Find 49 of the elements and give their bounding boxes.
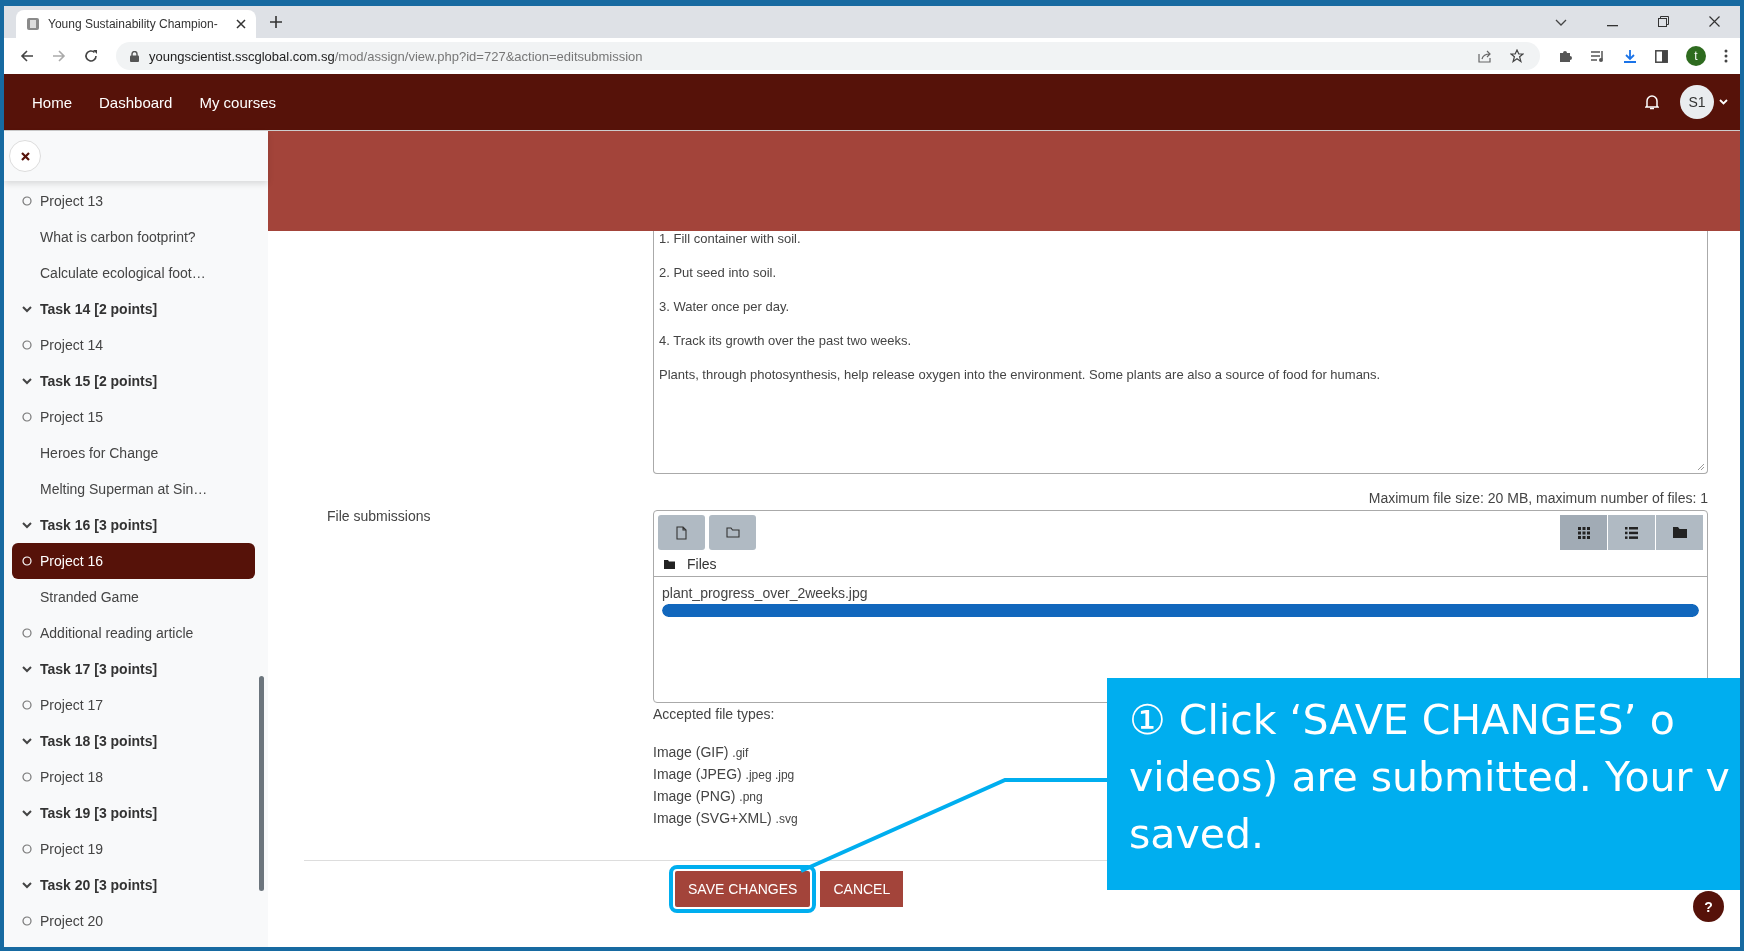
activity-item[interactable]: Project 18 (12, 759, 255, 795)
callout-text: saved. (1129, 809, 1266, 860)
help-button[interactable]: ? (1693, 891, 1724, 922)
file-type-text: Image (SVG+XML) .svg (653, 810, 798, 826)
file-type-text: Image (GIF) .gif (653, 744, 749, 760)
callout-text: videos) are submitted. Your v (1129, 752, 1731, 803)
activity-item[interactable]: Additional reading article (12, 615, 255, 651)
folder-path: Files (687, 556, 717, 572)
activity-item[interactable]: Project 14 (12, 327, 255, 363)
activity-item[interactable]: Heroes for Change (12, 435, 255, 471)
text-paragraph: Plants, through photosynthesis, help release oxygen into the environment. Some plants are also a source of food for humans. (659, 367, 1382, 382)
file-limits-text: Maximum file size: 20 MB, maximum number of files: 1 (1368, 490, 1708, 506)
activity-item[interactable]: Stranded Game (12, 579, 255, 615)
activity-item[interactable]: Project 15 (12, 399, 255, 435)
section-item[interactable]: Task 17 [3 points] (12, 651, 255, 687)
text-paragraph: 2. Put seed into soil. (659, 265, 778, 280)
file-name[interactable]: plant_progress_over_2weeks.jpg (662, 585, 1699, 601)
text-paragraph: 1. Fill container with soil. (659, 231, 802, 246)
address-bar[interactable]: youngscientist.sscglobal.com.sg/mod/assign/view.php?id=727&action=editsubmission (116, 42, 1540, 70)
section-item[interactable]: Task 14 [2 points] (12, 291, 255, 327)
section-item[interactable]: Task 15 [2 points] (12, 363, 255, 399)
callout-text: ① Click ‘SAVE CHANGES’ o (1129, 695, 1676, 746)
user-avatar[interactable]: S1 (1680, 85, 1714, 119)
accepted-types-heading: Accepted file types: (653, 706, 775, 722)
field-label: File submissions (327, 508, 432, 526)
activity-item[interactable]: Project 17 (12, 687, 255, 723)
file-type-text: Image (JPEG) .jpeg .jpg (653, 766, 795, 782)
section-item[interactable]: Task 16 [3 points] (12, 507, 255, 543)
activity-item[interactable]: Project 13 (12, 183, 255, 219)
cancel-button[interactable]: CANCEL (820, 871, 904, 907)
text-paragraph: 3. Water once per day. (659, 299, 791, 314)
nav-link[interactable]: Home (32, 93, 72, 111)
section-item[interactable]: Task 19 [3 points] (12, 795, 255, 831)
profile-avatar[interactable]: t (1686, 46, 1706, 66)
section-item[interactable]: Task 20 [3 points] (12, 867, 255, 903)
activity-item[interactable]: Calculate ecological foot… (12, 255, 255, 291)
activity-item[interactable]: Melting Superman at Sin… (12, 471, 255, 507)
tab-title: Young Sustainability Champion- (48, 17, 219, 31)
section-item[interactable]: Task 18 [3 points] (12, 723, 255, 759)
activity-item[interactable]: Project 20 (12, 903, 255, 939)
url-text: youngscientist.sscglobal.com.sg/mod/assign/view.php?id=727&action=editsubmission (149, 48, 643, 64)
text-paragraph: 4. Track its growth over the past two weeks. (659, 333, 913, 348)
nav-link[interactable]: Dashboard (99, 93, 173, 111)
activity-item[interactable]: What is carbon footprint? (12, 219, 255, 255)
file-type-text: Image (PNG) .png (653, 788, 763, 804)
activity-item[interactable]: Project 19 (12, 831, 255, 867)
activity-item[interactable]: Project 16 (12, 543, 255, 579)
browser-tab[interactable]: Young Sustainability Champion- (16, 10, 256, 38)
nav-link[interactable]: My courses (199, 93, 277, 111)
